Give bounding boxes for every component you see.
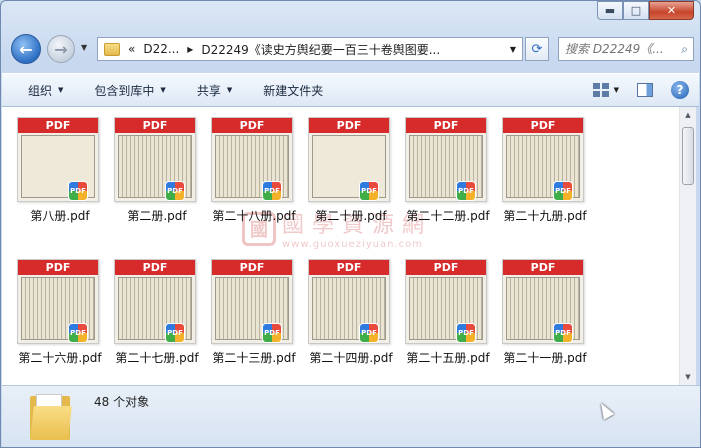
pdf-banner: PDF: [18, 118, 98, 133]
command-bar: 组织 ▼ 包含到库中 ▼ 共享 ▼ 新建文件夹 ▼ ?: [2, 73, 699, 107]
help-icon[interactable]: ?: [671, 81, 689, 99]
item-count: 48 个对象: [94, 395, 150, 409]
pdf-app-icon: PDF: [456, 323, 476, 343]
view-icon: [592, 83, 609, 97]
scroll-thumb[interactable]: [682, 127, 694, 185]
include-library-label: 包含到库中: [94, 83, 155, 98]
scroll-down-icon[interactable]: ▼: [680, 369, 696, 385]
file-name: 第二十九册.pdf: [503, 209, 587, 223]
chevron-down-icon: ▼: [226, 86, 233, 94]
new-folder-button[interactable]: 新建文件夹: [263, 82, 323, 99]
organize-menu[interactable]: 组织 ▼: [28, 82, 63, 99]
chevron-down-icon: ▼: [613, 86, 619, 94]
pdf-banner: PDF: [309, 118, 389, 133]
folder-icon: [30, 394, 72, 440]
back-button[interactable]: ←: [11, 34, 41, 64]
share-menu[interactable]: 共享 ▼: [197, 82, 232, 99]
search-box[interactable]: ⌕: [558, 37, 694, 61]
pdf-app-icon: PDF: [553, 181, 573, 201]
preview-pane-icon[interactable]: [637, 83, 653, 97]
include-library-menu[interactable]: 包含到库中 ▼: [94, 82, 165, 99]
file-item[interactable]: PDF PDF 第八册.pdf: [2, 109, 99, 234]
pdf-banner: PDF: [406, 118, 486, 133]
pdf-app-icon: PDF: [68, 181, 88, 201]
pdf-banner: PDF: [18, 260, 98, 275]
close-button[interactable]: ✕: [649, 1, 694, 20]
breadcrumb-separator[interactable]: ▸: [187, 42, 193, 56]
file-item[interactable]: PDF PDF 第二十三册.pdf: [196, 251, 296, 376]
file-item[interactable]: PDF PDF 第二十四册.pdf: [293, 251, 393, 376]
file-item[interactable]: PDF PDF 第二十七册.pdf: [99, 251, 199, 376]
address-bar[interactable]: « D22... ▸ D22249《读史方舆纪要一百三十卷舆图要... ▼: [97, 37, 523, 61]
navigation-bar: ← → ▼ « D22... ▸ D22249《读史方舆纪要一百三十卷舆图要..…: [9, 34, 694, 64]
pdf-banner: PDF: [212, 260, 292, 275]
file-list: 國 國學資源網 www.guoxueziyuan.com PDF PDF 第八册.p…: [2, 107, 679, 385]
chevron-down-icon: ▼: [58, 86, 64, 94]
new-folder-label: 新建文件夹: [263, 83, 324, 98]
refresh-button[interactable]: ⟳: [525, 37, 549, 61]
file-item[interactable]: PDF PDF 第二十六册.pdf: [2, 251, 102, 376]
change-view-button[interactable]: ▼: [592, 83, 619, 97]
vertical-scrollbar[interactable]: ▲ ▼: [679, 107, 696, 385]
file-item[interactable]: PDF PDF 第二十九册.pdf: [487, 109, 587, 234]
pdf-app-icon: PDF: [456, 181, 476, 201]
pdf-app-icon: PDF: [553, 323, 573, 343]
pdf-banner: PDF: [503, 260, 583, 275]
file-item[interactable]: PDF PDF 第二十二册.pdf: [390, 109, 490, 234]
details-pane: 48 个对象: [2, 385, 700, 447]
caption-buttons: ▬ □ ✕: [597, 1, 694, 20]
breadcrumb-current[interactable]: D22249《读史方舆纪要一百三十卷舆图要...: [201, 41, 440, 58]
view-controls: ▼ ?: [592, 81, 689, 99]
search-input[interactable]: [565, 42, 675, 56]
pdf-banner: PDF: [115, 118, 195, 133]
organize-label: 组织: [28, 83, 53, 98]
address-dropdown-icon[interactable]: ▼: [510, 45, 516, 54]
pdf-banner: PDF: [503, 118, 583, 133]
file-item[interactable]: PDF PDF 第二十册.pdf: [293, 109, 390, 234]
pdf-app-icon: PDF: [165, 323, 185, 343]
breadcrumb-overflow[interactable]: «: [128, 42, 135, 56]
pdf-banner: PDF: [309, 260, 389, 275]
watermark-url: www.guoxueziyuan.com: [282, 239, 423, 250]
minimize-button[interactable]: ▬: [597, 1, 623, 20]
pdf-app-icon: PDF: [165, 181, 185, 201]
recent-pages-dropdown[interactable]: ▼: [81, 43, 87, 52]
pdf-app-icon: PDF: [359, 323, 379, 343]
share-label: 共享: [196, 83, 221, 98]
file-name: 第二十一册.pdf: [503, 351, 587, 365]
breadcrumb-parent[interactable]: D22...: [143, 42, 179, 56]
pdf-app-icon: PDF: [262, 181, 282, 201]
forward-button[interactable]: →: [47, 35, 75, 63]
maximize-button[interactable]: □: [623, 1, 649, 20]
folder-icon: [104, 42, 120, 56]
pdf-banner: PDF: [115, 260, 195, 275]
chevron-down-icon: ▼: [160, 86, 166, 94]
scroll-up-icon[interactable]: ▲: [680, 107, 696, 123]
file-item[interactable]: PDF PDF 第二十一册.pdf: [487, 251, 587, 376]
search-icon[interactable]: ⌕: [681, 42, 688, 57]
file-item[interactable]: PDF PDF 第二十五册.pdf: [390, 251, 490, 376]
pdf-app-icon: PDF: [359, 181, 379, 201]
file-item[interactable]: PDF PDF 第二册.pdf: [99, 109, 196, 234]
explorer-window: ▬ □ ✕ ← → ▼ « D22... ▸ D22249《读史方舆纪要一百三十…: [0, 0, 701, 448]
pdf-banner: PDF: [212, 118, 292, 133]
pdf-app-icon: PDF: [262, 323, 282, 343]
pdf-app-icon: PDF: [68, 323, 88, 343]
file-item[interactable]: PDF PDF 第二十八册.pdf: [196, 109, 296, 234]
pdf-banner: PDF: [406, 260, 486, 275]
